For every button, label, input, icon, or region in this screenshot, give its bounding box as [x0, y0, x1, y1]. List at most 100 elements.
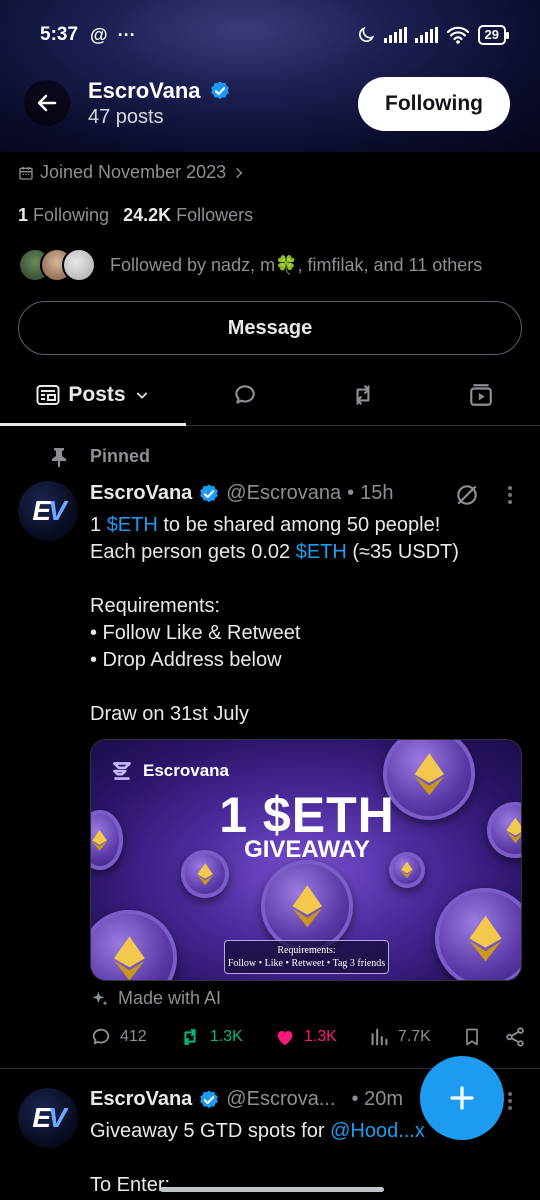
follower-avatars	[18, 248, 96, 282]
avatar	[62, 248, 96, 282]
views-button[interactable]: 7.7K	[368, 1026, 431, 1048]
plus-icon	[450, 1086, 474, 1110]
tweet-text-part: (≈35 USDT)	[346, 541, 459, 563]
media-brand-logo: Escrovana	[109, 758, 229, 784]
signal-icon-2	[414, 27, 438, 43]
views-icon	[371, 1028, 388, 1046]
retweet-count: 1.3K	[209, 1028, 243, 1045]
arrow-left-icon	[37, 94, 57, 112]
home-indicator[interactable]	[160, 1187, 384, 1192]
tweet-handle[interactable]: @Escrovana	[226, 482, 341, 505]
reply-count: 412	[120, 1028, 147, 1045]
followed-by-text: Followed by nadz, m🍀, fimfilak, and 11 o…	[110, 254, 483, 275]
status-bar: 5:37 @ ··· 29	[0, 18, 540, 52]
views-count: 7.7K	[397, 1028, 431, 1045]
cashtag-link[interactable]: $ETH	[296, 541, 347, 563]
share-icon[interactable]	[504, 1026, 526, 1048]
verified-badge-icon	[210, 81, 229, 100]
following-stat[interactable]: 1 Following	[18, 205, 109, 226]
eth-coin-image	[261, 860, 353, 952]
video-tab-icon	[470, 383, 492, 406]
tab-posts-label: Posts	[68, 382, 126, 406]
pinned-text: Pinned	[90, 446, 151, 466]
media-brand-text: Escrovana	[143, 761, 229, 780]
tweet-author-name[interactable]: EscroVana	[90, 482, 192, 505]
header-name: EscroVana	[88, 78, 231, 104]
compose-button[interactable]	[420, 1056, 504, 1140]
tweet-actions: 412 1.3K 1.3K 7.7K	[90, 1026, 526, 1048]
follow-stats: 1 Following 24.2K Followers	[18, 205, 253, 226]
following-count: 1	[18, 205, 29, 225]
calendar-icon	[19, 166, 33, 180]
mention-link[interactable]: @Hood...x	[330, 1120, 425, 1142]
cashtag-link[interactable]: $ETH	[107, 514, 158, 536]
joined-date[interactable]: Joined November 2023	[18, 162, 246, 183]
tweet-avatar[interactable]: EV	[18, 481, 78, 541]
following-label: Following	[33, 205, 110, 225]
tweet-media-image[interactable]: Escrovana 1 $ETH GIVEAWAY Requirements: …	[90, 739, 522, 981]
retweet-button[interactable]: 1.3K	[178, 1026, 243, 1048]
media-req-text: Follow • Like • Retweet • Tag 3 friends	[227, 958, 386, 969]
message-button[interactable]: Message	[18, 301, 522, 355]
escrovana-logo-icon	[113, 762, 131, 780]
sparkle-icon	[92, 991, 108, 1006]
tab-videos[interactable]	[422, 364, 540, 425]
tweet-text-part: Giveaway 5 GTD spots for	[90, 1120, 331, 1142]
tweet-text: 1 $ETH to be shared among 50 people! Eac…	[90, 512, 520, 728]
battery-icon: 29	[477, 25, 510, 45]
followed-by[interactable]: Followed by nadz, m🍀, fimfilak, and 11 o…	[18, 248, 482, 282]
tab-replies[interactable]	[186, 364, 304, 425]
tweet-text-part: to be shared among 50 people!	[157, 514, 441, 536]
tweet-text-part: Each person gets 0.02	[90, 541, 296, 563]
moon-icon	[358, 26, 374, 42]
reply-tab-icon	[235, 384, 255, 404]
pin-icon	[52, 447, 66, 467]
chevron-right-icon	[236, 167, 243, 178]
more-options-icon[interactable]	[508, 1092, 512, 1110]
followers-label: Followers	[176, 205, 254, 225]
tab-posts[interactable]: Posts	[0, 364, 186, 426]
media-subtitle: GIVEAWAY	[244, 836, 370, 863]
retweet-icon	[184, 1028, 196, 1046]
tweet-author-name[interactable]: EscroVana	[90, 1088, 192, 1111]
bookmark-icon[interactable]	[462, 1026, 482, 1048]
grok-icon[interactable]	[454, 482, 480, 508]
more-options-icon[interactable]	[508, 486, 512, 504]
tweet-text-part: 1	[90, 514, 107, 536]
at-icon: @	[90, 24, 108, 45]
verified-badge-icon	[200, 1089, 219, 1108]
following-button[interactable]: Following	[358, 77, 510, 131]
verified-badge-icon	[200, 483, 219, 502]
chevron-down-icon	[136, 391, 147, 399]
signal-icon	[383, 27, 407, 43]
tweet-handle[interactable]: @Escrova...	[226, 1088, 335, 1111]
profile-tabs: Posts	[0, 364, 540, 426]
tab-reposts[interactable]	[304, 364, 422, 425]
eth-coin-image	[435, 888, 521, 980]
joined-text: Joined November 2023	[40, 162, 227, 182]
ai-note-text: Made with AI	[118, 988, 222, 1008]
made-with-ai-note: Made with AI	[90, 988, 221, 1009]
followers-stat[interactable]: 24.2K Followers	[123, 205, 253, 226]
heart-icon	[277, 1031, 293, 1046]
like-count: 1.3K	[303, 1028, 337, 1045]
profile-name: EscroVana	[88, 78, 201, 103]
post-count: 47 posts	[88, 106, 164, 128]
pinned-label: Pinned	[50, 446, 150, 467]
like-button[interactable]: 1.3K	[274, 1026, 337, 1048]
wifi-icon	[446, 26, 469, 44]
more-notifications-icon: ···	[117, 24, 136, 45]
eth-coin-image	[91, 910, 177, 980]
status-time: 5:37	[40, 24, 79, 45]
tweet-header: EscroVana @Escrova... • 20m	[90, 1088, 403, 1111]
reply-button[interactable]: 412	[90, 1026, 147, 1048]
tweet-avatar[interactable]: EV	[18, 1088, 78, 1148]
tweet-time[interactable]: 15h	[360, 482, 393, 505]
tweet-time[interactable]: • 20m	[352, 1088, 403, 1111]
reply-icon	[92, 1028, 110, 1045]
posts-icon	[36, 384, 60, 405]
media-requirements-box: Requirements: Follow • Like • Retweet • …	[224, 940, 389, 974]
back-button[interactable]	[24, 80, 70, 126]
followers-count: 24.2K	[123, 205, 172, 225]
tweet-dot-separator: •	[347, 482, 355, 504]
